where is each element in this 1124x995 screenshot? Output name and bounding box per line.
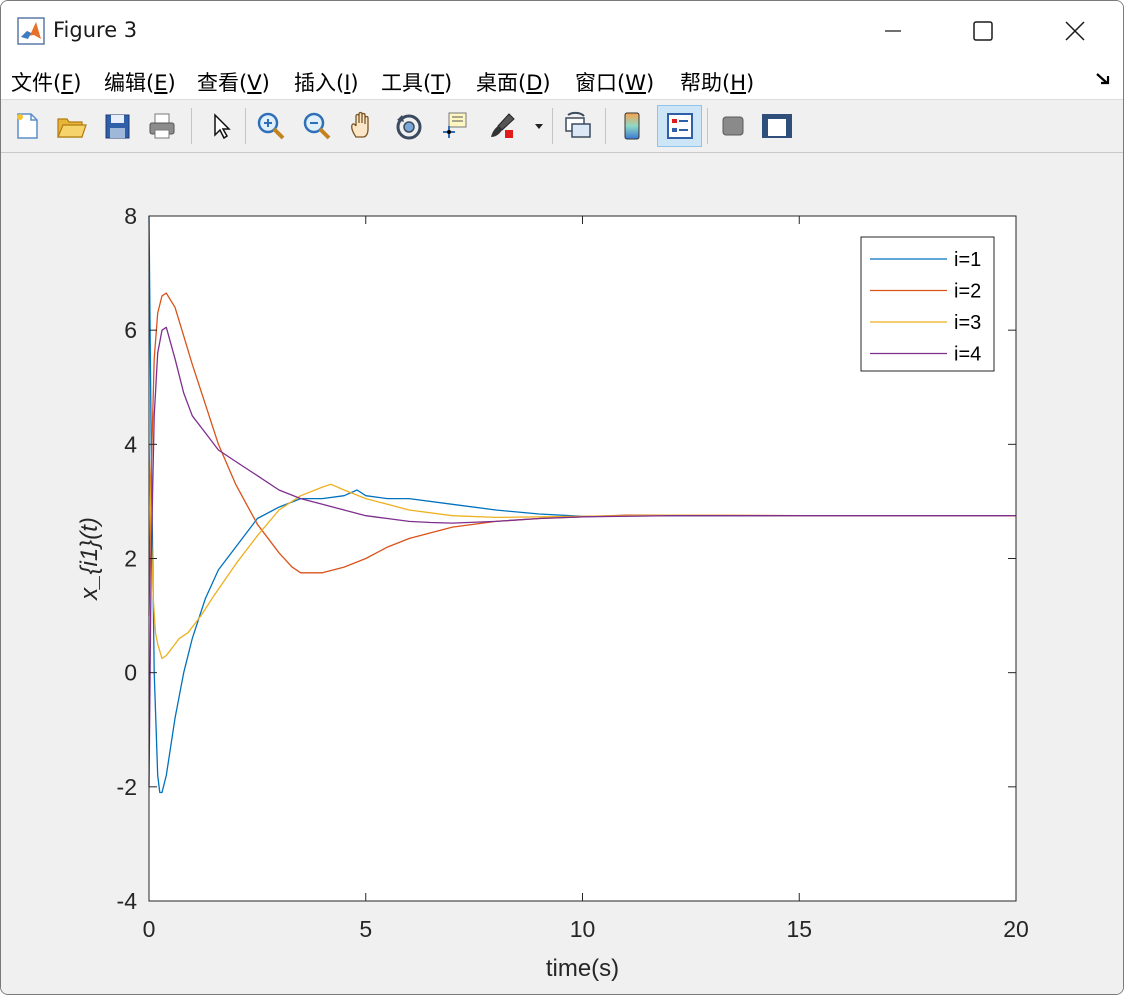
minimize-button[interactable] bbox=[847, 1, 939, 61]
y-tick-label: 0 bbox=[124, 660, 137, 686]
y-axis-label: x_{i1}(t) bbox=[76, 517, 103, 601]
data-cursor-icon bbox=[443, 112, 467, 138]
zoom-out-icon bbox=[303, 112, 331, 140]
toolbar-separator bbox=[552, 108, 553, 144]
link-plot-icon bbox=[565, 111, 591, 138]
menu-help[interactable]: 帮助(H) bbox=[680, 67, 754, 97]
menu-insert[interactable]: 插入(I) bbox=[294, 67, 359, 97]
save-button[interactable] bbox=[99, 106, 135, 146]
zoom-in-button[interactable] bbox=[253, 106, 289, 146]
new-figure-icon bbox=[17, 113, 38, 139]
pan-button[interactable] bbox=[345, 106, 381, 146]
insert-legend-button[interactable] bbox=[657, 105, 702, 147]
x-axis-label: time(s) bbox=[546, 955, 619, 982]
y-tick-label: -4 bbox=[117, 888, 138, 914]
hide-plot-tools-button[interactable] bbox=[715, 106, 751, 146]
y-tick-label: 4 bbox=[124, 431, 137, 457]
edit-plot-button[interactable] bbox=[203, 106, 239, 146]
edit-plot-arrow-icon bbox=[214, 113, 231, 140]
figure-window: Figure 3 文件(F) 编辑(E) 查看(V) 插入(I) 工具(T) 桌… bbox=[0, 0, 1124, 995]
close-icon bbox=[1065, 21, 1085, 41]
print-icon bbox=[149, 113, 175, 139]
y-tick-label: -2 bbox=[117, 774, 137, 800]
show-plot-tools-button[interactable] bbox=[759, 106, 795, 146]
brush-button[interactable] bbox=[485, 106, 521, 146]
figure-toolbar bbox=[1, 100, 1123, 153]
zoom-out-button[interactable] bbox=[299, 106, 335, 146]
y-tick-label: 2 bbox=[124, 546, 137, 572]
x-tick-label: 15 bbox=[786, 916, 812, 942]
x-tick-label: 0 bbox=[143, 916, 156, 942]
legend-entry-label: i=4 bbox=[954, 344, 981, 366]
hide-plot-tools-icon bbox=[722, 116, 744, 136]
chevron-down-icon bbox=[535, 124, 543, 129]
minimize-icon bbox=[885, 30, 901, 32]
menu-bar: 文件(F) 编辑(E) 查看(V) 插入(I) 工具(T) 桌面(D) 窗口(W… bbox=[1, 61, 1123, 100]
title-bar: Figure 3 bbox=[1, 1, 1123, 61]
open-file-button[interactable] bbox=[53, 106, 89, 146]
y-tick-label: 6 bbox=[124, 317, 137, 343]
menu-file[interactable]: 文件(F) bbox=[11, 67, 82, 97]
pan-hand-icon bbox=[351, 111, 369, 138]
y-tick-label: 8 bbox=[124, 203, 137, 229]
x-tick-label: 20 bbox=[1003, 916, 1029, 942]
toolbar-separator bbox=[605, 108, 606, 144]
toolbar-separator bbox=[245, 108, 246, 144]
x-tick-label: 5 bbox=[359, 916, 372, 942]
new-figure-button[interactable] bbox=[9, 106, 45, 146]
brush-icon bbox=[491, 113, 515, 138]
save-icon bbox=[105, 114, 130, 139]
rotate-3d-icon bbox=[396, 114, 422, 140]
legend-entry-label: i=1 bbox=[954, 249, 981, 271]
link-plot-button[interactable] bbox=[560, 106, 596, 146]
insert-colorbar-button[interactable] bbox=[614, 106, 650, 146]
toolbar-separator bbox=[191, 108, 192, 144]
toolbar-separator bbox=[707, 108, 708, 144]
menu-window[interactable]: 窗口(W) bbox=[575, 67, 654, 97]
legend-entry-label: i=2 bbox=[954, 281, 981, 303]
matlab-logo-icon bbox=[17, 17, 45, 45]
dock-figure-icon[interactable] bbox=[1093, 69, 1113, 89]
x-tick-label: 10 bbox=[570, 916, 596, 942]
menu-edit[interactable]: 编辑(E) bbox=[104, 67, 176, 97]
brush-dropdown-button[interactable] bbox=[529, 106, 549, 146]
legend-entry-label: i=3 bbox=[954, 312, 981, 334]
zoom-in-icon bbox=[257, 112, 285, 140]
window-title: Figure 3 bbox=[53, 18, 138, 42]
figure-canvas: 0 5 10 15 20 -4 -2 0 2 4 6 8 time(s) x_{i1}(t) i=1 i=2… bbox=[1, 153, 1123, 994]
colorbar-icon bbox=[624, 112, 640, 140]
maximize-button[interactable] bbox=[937, 1, 1029, 61]
menu-tools[interactable]: 工具(T) bbox=[381, 67, 452, 97]
maximize-icon bbox=[973, 21, 993, 41]
show-plot-tools-icon bbox=[762, 114, 792, 138]
menu-desktop[interactable]: 桌面(D) bbox=[476, 67, 551, 97]
data-cursor-button[interactable] bbox=[437, 106, 473, 146]
legend-icon bbox=[666, 113, 693, 139]
line-chart: 0 5 10 15 20 -4 -2 0 2 4 6 8 time(s) x_{i1}(t) i=1 i=2… bbox=[76, 203, 1029, 982]
open-file-icon bbox=[57, 118, 87, 138]
menu-view[interactable]: 查看(V) bbox=[197, 67, 270, 97]
close-button[interactable] bbox=[1029, 1, 1121, 61]
print-button[interactable] bbox=[144, 106, 180, 146]
rotate-3d-button[interactable] bbox=[391, 106, 427, 146]
